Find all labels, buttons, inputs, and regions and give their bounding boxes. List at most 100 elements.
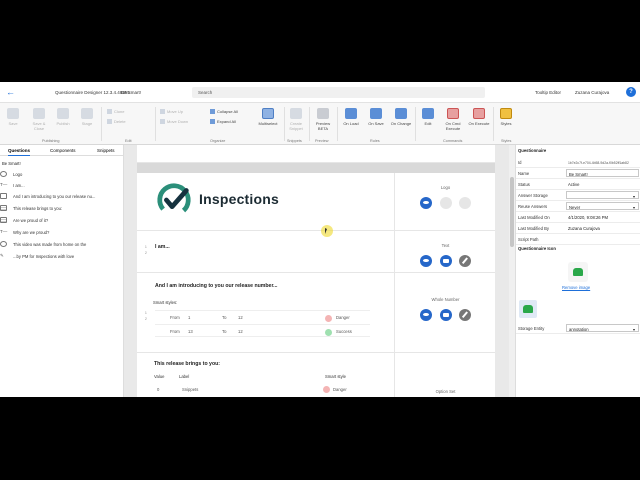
comment-icon[interactable] xyxy=(439,196,452,209)
smart-style-range-row[interactable]: From 1 To 12 Danger xyxy=(155,310,370,323)
prop-value: Zuzana Curajova xyxy=(568,226,600,231)
on-save-button[interactable]: On Save xyxy=(365,108,387,126)
icon-thumbnail[interactable] xyxy=(519,300,537,318)
tree-item-release-brings[interactable]: This release brings to you: xyxy=(0,205,62,211)
search-input[interactable]: Search xyxy=(192,87,485,98)
delete-button[interactable]: Delete xyxy=(107,119,126,125)
tab-snippets[interactable]: Snippets xyxy=(97,148,115,153)
on-cmd-execute-button[interactable]: On Cmd Execute xyxy=(441,108,465,131)
group-edit: Edit xyxy=(125,139,132,143)
scrollbar-thumb[interactable] xyxy=(510,177,514,247)
storage-entity-select[interactable]: annotation ▾ xyxy=(566,324,639,332)
paintbrush-icon xyxy=(500,108,512,119)
prop-select[interactable]: Never ▾ xyxy=(566,202,639,210)
tree-item-proud[interactable]: Are we proud of it? xyxy=(0,217,48,223)
brand-name: Inspections xyxy=(199,191,279,207)
properties-header: Questionnaire xyxy=(518,148,547,153)
style-name: Success xyxy=(336,329,352,334)
question-title: And I am introducing to you our release … xyxy=(155,283,278,289)
clock-icon xyxy=(0,241,7,247)
on-change-button[interactable]: On Change xyxy=(390,108,412,126)
on-load-button[interactable]: On Load xyxy=(340,108,362,126)
tooltip-editor-link[interactable]: Tooltip Editor xyxy=(535,90,561,95)
edit-pen-icon[interactable] xyxy=(458,196,471,209)
visibility-eye-icon[interactable] xyxy=(420,196,433,209)
question-type-label: Whole Number xyxy=(431,297,460,302)
text-icon: T— xyxy=(0,182,8,187)
prop-row: Last Modified On 4/1/2020, 9:08:26 PM xyxy=(516,212,640,223)
on-save-label: On Save xyxy=(368,121,384,126)
expand-all-button[interactable]: Expand All xyxy=(210,119,236,125)
snippet-icon xyxy=(290,108,302,119)
move-down-button[interactable]: Move Down xyxy=(160,119,188,125)
from-value[interactable]: 13 xyxy=(188,329,193,334)
prop-key: Reuse Answers xyxy=(518,204,548,209)
publish-button[interactable]: Publish xyxy=(54,108,72,126)
separator xyxy=(101,107,102,141)
tree-item-logo[interactable]: Logo xyxy=(0,171,22,177)
tree-item-video[interactable]: This video was made from home on the xyxy=(0,241,86,247)
question-row-iam[interactable]: I am... 1 2 Text xyxy=(137,231,495,273)
option-value[interactable]: 0 xyxy=(157,387,159,392)
visibility-eye-icon[interactable] xyxy=(420,308,433,321)
clone-button[interactable]: Clone xyxy=(107,109,124,115)
tree-item-signature[interactable]: ✎ ...by PM for Inspections with love xyxy=(0,253,75,259)
user-name[interactable]: Zuzana Curajova xyxy=(575,90,609,95)
tree-root[interactable]: Be Smart! xyxy=(2,161,21,166)
from-value[interactable]: 1 xyxy=(188,315,190,320)
on-execute-label: On Execute xyxy=(468,121,490,126)
tree-item-release-number[interactable]: And I am introducing to you our release … xyxy=(0,193,95,199)
move-up-label: Move Up xyxy=(167,109,184,114)
row-number: 1 xyxy=(145,245,147,249)
create-snippet-button[interactable]: Create Snippet xyxy=(286,108,306,131)
visibility-eye-icon[interactable] xyxy=(420,254,433,267)
preview-beta-button[interactable]: Preview BETA xyxy=(312,108,334,131)
prop-select[interactable]: ▾ xyxy=(566,191,639,199)
back-arrow-icon[interactable]: ← xyxy=(6,87,16,97)
tree-item-label: ...by PM for Inspections with love xyxy=(13,254,75,259)
separator xyxy=(415,107,416,141)
to-value[interactable]: 12 xyxy=(238,329,243,334)
stage-button[interactable]: Stage xyxy=(79,108,95,126)
prop-input[interactable]: Be Smart! xyxy=(566,169,639,177)
inspections-logo-icon xyxy=(157,183,191,217)
properties-panel: Questionnaire Id 1b7e2c7f-e704-4b58-9d2a-… xyxy=(515,145,640,397)
remove-image-link[interactable]: Remove image xyxy=(562,285,590,290)
column-header-value: Value xyxy=(154,374,165,379)
app-title: Questionnaire Designer 12.3.4.48255 xyxy=(55,90,130,95)
question-row-release-brings[interactable]: This release brings to you: Value Label … xyxy=(137,353,495,397)
question-row-release-number[interactable]: And I am introducing to you our release … xyxy=(137,273,495,353)
tab-components[interactable]: Components xyxy=(50,148,76,153)
move-up-button[interactable]: Move Up xyxy=(160,109,184,115)
comment-icon[interactable] xyxy=(439,254,452,267)
tree-item-why-proud[interactable]: T— Why are we proud? xyxy=(0,229,50,235)
edit-pen-icon[interactable] xyxy=(458,308,471,321)
image-icon xyxy=(0,171,7,177)
tab-questions[interactable]: Questions xyxy=(8,148,31,156)
save-close-label: Save & Close xyxy=(32,121,46,131)
robot-icon xyxy=(523,305,533,313)
save-icon xyxy=(7,108,19,119)
save-close-button[interactable]: Save & Close xyxy=(28,108,50,131)
edit-pen-icon[interactable] xyxy=(458,254,471,267)
smart-style-range-row[interactable]: From 13 To 12 Success xyxy=(155,324,370,337)
tree-item-label: Why are we proud? xyxy=(13,230,50,235)
option-label[interactable]: Snippets xyxy=(182,387,198,392)
save-close-icon xyxy=(33,108,45,119)
styles-button[interactable]: Styles xyxy=(497,108,515,126)
help-icon[interactable]: ? xyxy=(626,87,636,97)
comment-icon[interactable] xyxy=(439,308,452,321)
collapse-all-button[interactable]: Collapse All xyxy=(210,109,238,115)
question-row-logo[interactable]: Inspections Logo xyxy=(137,173,495,231)
question-body: Inspections xyxy=(137,173,395,230)
prop-value: Never xyxy=(569,204,581,210)
on-execute-button[interactable]: On Execute xyxy=(468,108,490,126)
save-button[interactable]: Save xyxy=(5,108,21,126)
to-value[interactable]: 12 xyxy=(238,315,243,320)
on-change-label: On Change xyxy=(390,121,412,126)
multiselect-button[interactable]: Multiselect xyxy=(255,108,281,126)
tree-item-iam[interactable]: T— I am... xyxy=(0,182,25,188)
prop-row: Reuse Answers Never ▾ xyxy=(516,201,640,212)
ribbon-toolbar: Save Save & Close Publish Stage Publishi… xyxy=(0,103,640,145)
commands-edit-button[interactable]: Edit xyxy=(419,108,437,126)
